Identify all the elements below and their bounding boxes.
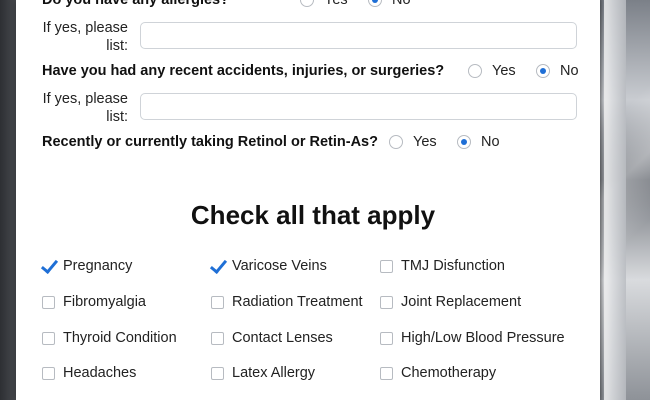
retinol-yes-label: Yes bbox=[413, 134, 437, 150]
blood-pressure-checkbox[interactable] bbox=[380, 331, 393, 345]
allergies-no-option[interactable]: No bbox=[368, 0, 411, 8]
chemotherapy-label: Chemotherapy bbox=[401, 365, 497, 381]
check-radiation-treatment[interactable]: Radiation Treatment bbox=[211, 294, 363, 310]
joint-replacement-label: Joint Replacement bbox=[401, 294, 522, 310]
check-latex-allergy[interactable]: Latex Allergy bbox=[211, 365, 315, 381]
allergies-no-label: No bbox=[392, 0, 411, 8]
tmj-disfunction-label: TMJ Disfunction bbox=[401, 258, 505, 274]
latex-allergy-checkbox[interactable] bbox=[211, 366, 224, 380]
varicose-veins-checkbox[interactable] bbox=[211, 260, 224, 273]
check-headaches[interactable]: Headaches bbox=[42, 365, 136, 381]
headaches-label: Headaches bbox=[63, 365, 137, 381]
contact-lenses-label: Contact Lenses bbox=[232, 330, 333, 346]
accidents-yes-radio[interactable] bbox=[468, 64, 482, 78]
check-fibromyalgia[interactable]: Fibromyalgia bbox=[42, 294, 146, 310]
accidents-list-label: If yes, please list: bbox=[42, 91, 128, 125]
retinol-no-option[interactable]: No bbox=[457, 134, 500, 150]
check-blood-pressure[interactable]: High/Low Blood Pressure bbox=[380, 330, 565, 346]
accidents-yes-label: Yes bbox=[492, 63, 516, 79]
thyroid-condition-label: Thyroid Condition bbox=[63, 330, 177, 346]
check-thyroid-condition[interactable]: Thyroid Condition bbox=[42, 330, 177, 346]
blood-pressure-label: High/Low Blood Pressure bbox=[401, 330, 565, 346]
allergies-yes-option[interactable]: Yes bbox=[300, 0, 348, 8]
check-chemotherapy[interactable]: Chemotherapy bbox=[380, 365, 496, 381]
chemotherapy-checkbox[interactable] bbox=[380, 366, 393, 380]
thyroid-condition-checkbox[interactable] bbox=[42, 331, 55, 345]
check-contact-lenses[interactable]: Contact Lenses bbox=[211, 330, 333, 346]
fibromyalgia-checkbox[interactable] bbox=[42, 295, 55, 309]
retinol-no-radio[interactable] bbox=[457, 135, 471, 149]
checklist-title: Check all that apply bbox=[190, 200, 436, 230]
accidents-no-label: No bbox=[560, 63, 579, 79]
radiation-treatment-checkbox[interactable] bbox=[211, 295, 224, 309]
check-pregnancy[interactable]: Pregnancy bbox=[42, 258, 132, 274]
allergies-list-input[interactable] bbox=[140, 22, 577, 49]
check-tmj-disfunction[interactable]: TMJ Disfunction bbox=[380, 258, 505, 274]
accidents-no-radio[interactable] bbox=[536, 64, 550, 78]
headaches-checkbox[interactable] bbox=[42, 366, 55, 380]
tmj-disfunction-checkbox[interactable] bbox=[380, 259, 393, 273]
allergies-question: Do you have any allergies? bbox=[42, 0, 229, 8]
allergies-no-radio[interactable] bbox=[368, 0, 382, 7]
allergies-list-label: If yes, please list: bbox=[42, 20, 128, 54]
accidents-list-input[interactable] bbox=[140, 93, 577, 120]
retinol-yes-option[interactable]: Yes bbox=[389, 134, 437, 150]
retinol-no-label: No bbox=[481, 134, 500, 150]
joint-replacement-checkbox[interactable] bbox=[380, 295, 393, 309]
retinol-yes-radio[interactable] bbox=[389, 135, 403, 149]
radiation-treatment-label: Radiation Treatment bbox=[232, 294, 363, 310]
intake-form-sheet: Do you have any allergies? Yes No If yes… bbox=[16, 0, 604, 400]
allergies-yes-label: Yes bbox=[324, 0, 348, 8]
pregnancy-checkbox[interactable] bbox=[42, 260, 55, 273]
latex-allergy-label: Latex Allergy bbox=[232, 365, 316, 381]
check-varicose-veins[interactable]: Varicose Veins bbox=[211, 258, 327, 274]
pregnancy-label: Pregnancy bbox=[63, 258, 133, 274]
allergies-yes-radio[interactable] bbox=[300, 0, 314, 7]
accidents-no-option[interactable]: No bbox=[536, 63, 579, 79]
accidents-yes-option[interactable]: Yes bbox=[468, 63, 516, 79]
contact-lenses-checkbox[interactable] bbox=[211, 331, 224, 345]
fibromyalgia-label: Fibromyalgia bbox=[63, 294, 146, 310]
retinol-question: Recently or currently taking Retinol or … bbox=[42, 134, 378, 150]
varicose-veins-label: Varicose Veins bbox=[232, 258, 327, 274]
accidents-question: Have you had any recent accidents, injur… bbox=[42, 63, 445, 79]
check-joint-replacement[interactable]: Joint Replacement bbox=[380, 294, 521, 310]
